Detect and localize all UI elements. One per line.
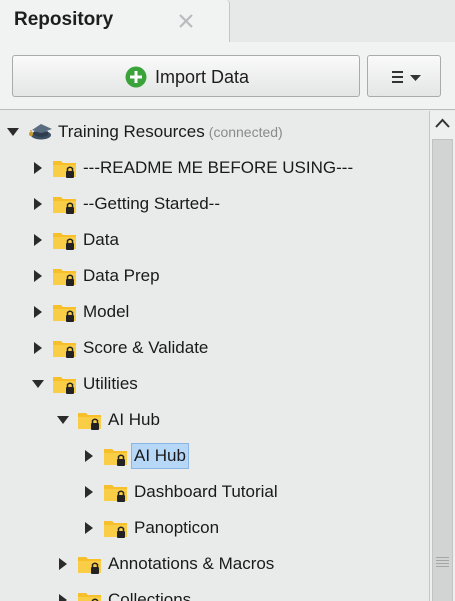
locked-folder-icon	[52, 299, 78, 325]
hamburger-dropdown-icon	[392, 71, 421, 83]
tree-item-panopticon[interactable]: Panopticon	[0, 510, 429, 546]
vertical-scrollbar[interactable]	[429, 111, 455, 601]
tree-item-annotations-macros[interactable]: Annotations & Macros	[0, 546, 429, 582]
collapsed-arrow-icon[interactable]	[31, 233, 45, 247]
locked-folder-icon	[77, 587, 103, 601]
collapsed-arrow-icon[interactable]	[31, 269, 45, 283]
tree-item-label: --Getting Started--	[83, 194, 220, 213]
repository-hat-icon	[26, 118, 54, 144]
tree-item-utilities[interactable]: Utilities	[0, 366, 429, 402]
locked-folder-icon	[103, 479, 129, 505]
tree-item-label: Data Prep	[83, 266, 160, 285]
collapsed-arrow-icon[interactable]	[82, 521, 96, 535]
expanded-arrow-icon[interactable]	[31, 377, 45, 391]
scrollbar-thumb[interactable]	[432, 139, 453, 601]
scroll-up-arrow-icon[interactable]	[430, 111, 455, 137]
repository-panel: Repository Import Data Training Resource…	[0, 0, 455, 601]
tab-strip: Repository	[0, 0, 455, 42]
tree-item-collections[interactable]: Collections	[0, 582, 429, 601]
toolbar: Import Data	[0, 42, 455, 110]
tree-root-label: Training Resources (connected)	[58, 122, 283, 141]
locked-folder-icon	[77, 551, 103, 577]
tree-item-data[interactable]: Data	[0, 222, 429, 258]
tree-item-label: Data	[83, 230, 119, 249]
collapsed-arrow-icon[interactable]	[31, 341, 45, 355]
tree-item-label: AI Hub	[108, 410, 160, 429]
locked-folder-icon	[52, 263, 78, 289]
tree-item-label: Dashboard Tutorial	[134, 482, 278, 501]
connection-status: (connected)	[208, 124, 283, 140]
tab-repository[interactable]: Repository	[0, 0, 230, 42]
locked-folder-icon	[77, 407, 103, 433]
expanded-arrow-icon[interactable]	[56, 413, 70, 427]
plus-circle-icon	[125, 66, 147, 88]
tree-item-label: ---README ME BEFORE USING---	[83, 158, 354, 177]
collapsed-arrow-icon[interactable]	[82, 449, 96, 463]
tree-root-training-resources[interactable]: Training Resources (connected)	[0, 114, 429, 150]
locked-folder-icon	[52, 227, 78, 253]
tree-item-data-prep[interactable]: Data Prep	[0, 258, 429, 294]
collapsed-arrow-icon[interactable]	[82, 485, 96, 499]
locked-folder-icon	[52, 335, 78, 361]
collapsed-arrow-icon[interactable]	[31, 161, 45, 175]
tree-item-ai-hub-folder[interactable]: AI Hub	[0, 402, 429, 438]
import-button-content: Import Data	[125, 65, 249, 89]
tree-item-readme[interactable]: ---README ME BEFORE USING---	[0, 150, 429, 186]
tree-item-ai-hub-selected[interactable]: AI Hub	[0, 438, 429, 474]
locked-folder-icon	[52, 191, 78, 217]
tree-item-label: Model	[83, 302, 130, 321]
tree-item-label: AI Hub	[131, 443, 189, 469]
tree-item-model[interactable]: Model	[0, 294, 429, 330]
expanded-arrow-icon[interactable]	[6, 125, 20, 139]
locked-folder-icon	[52, 371, 78, 397]
import-data-button[interactable]: Import Data	[12, 55, 360, 97]
tree-item-label: Panopticon	[134, 518, 220, 537]
tree-item-getting-started[interactable]: --Getting Started--	[0, 186, 429, 222]
collapsed-arrow-icon[interactable]	[56, 557, 70, 571]
locked-folder-icon	[52, 155, 78, 181]
repository-tree: Training Resources (connected) ---README …	[0, 111, 429, 601]
import-data-label: Import Data	[155, 66, 250, 87]
tree-item-label: Utilities	[83, 374, 138, 393]
tree-item-label: Score & Validate	[83, 338, 209, 357]
scrollbar-grip-icon	[436, 557, 449, 569]
panel-menu-button[interactable]	[367, 55, 441, 97]
tab-title: Repository	[14, 9, 114, 30]
tree-item-score-validate[interactable]: Score & Validate	[0, 330, 429, 366]
collapsed-arrow-icon[interactable]	[56, 593, 70, 601]
locked-folder-icon	[103, 443, 129, 469]
tree-item-label: Collections	[108, 590, 192, 601]
collapsed-arrow-icon[interactable]	[31, 305, 45, 319]
collapsed-arrow-icon[interactable]	[31, 197, 45, 211]
tree-item-label: Annotations & Macros	[108, 554, 275, 573]
tree-item-dashboard-tutorial[interactable]: Dashboard Tutorial	[0, 474, 429, 510]
close-icon[interactable]	[175, 10, 197, 32]
locked-folder-icon	[103, 515, 129, 541]
